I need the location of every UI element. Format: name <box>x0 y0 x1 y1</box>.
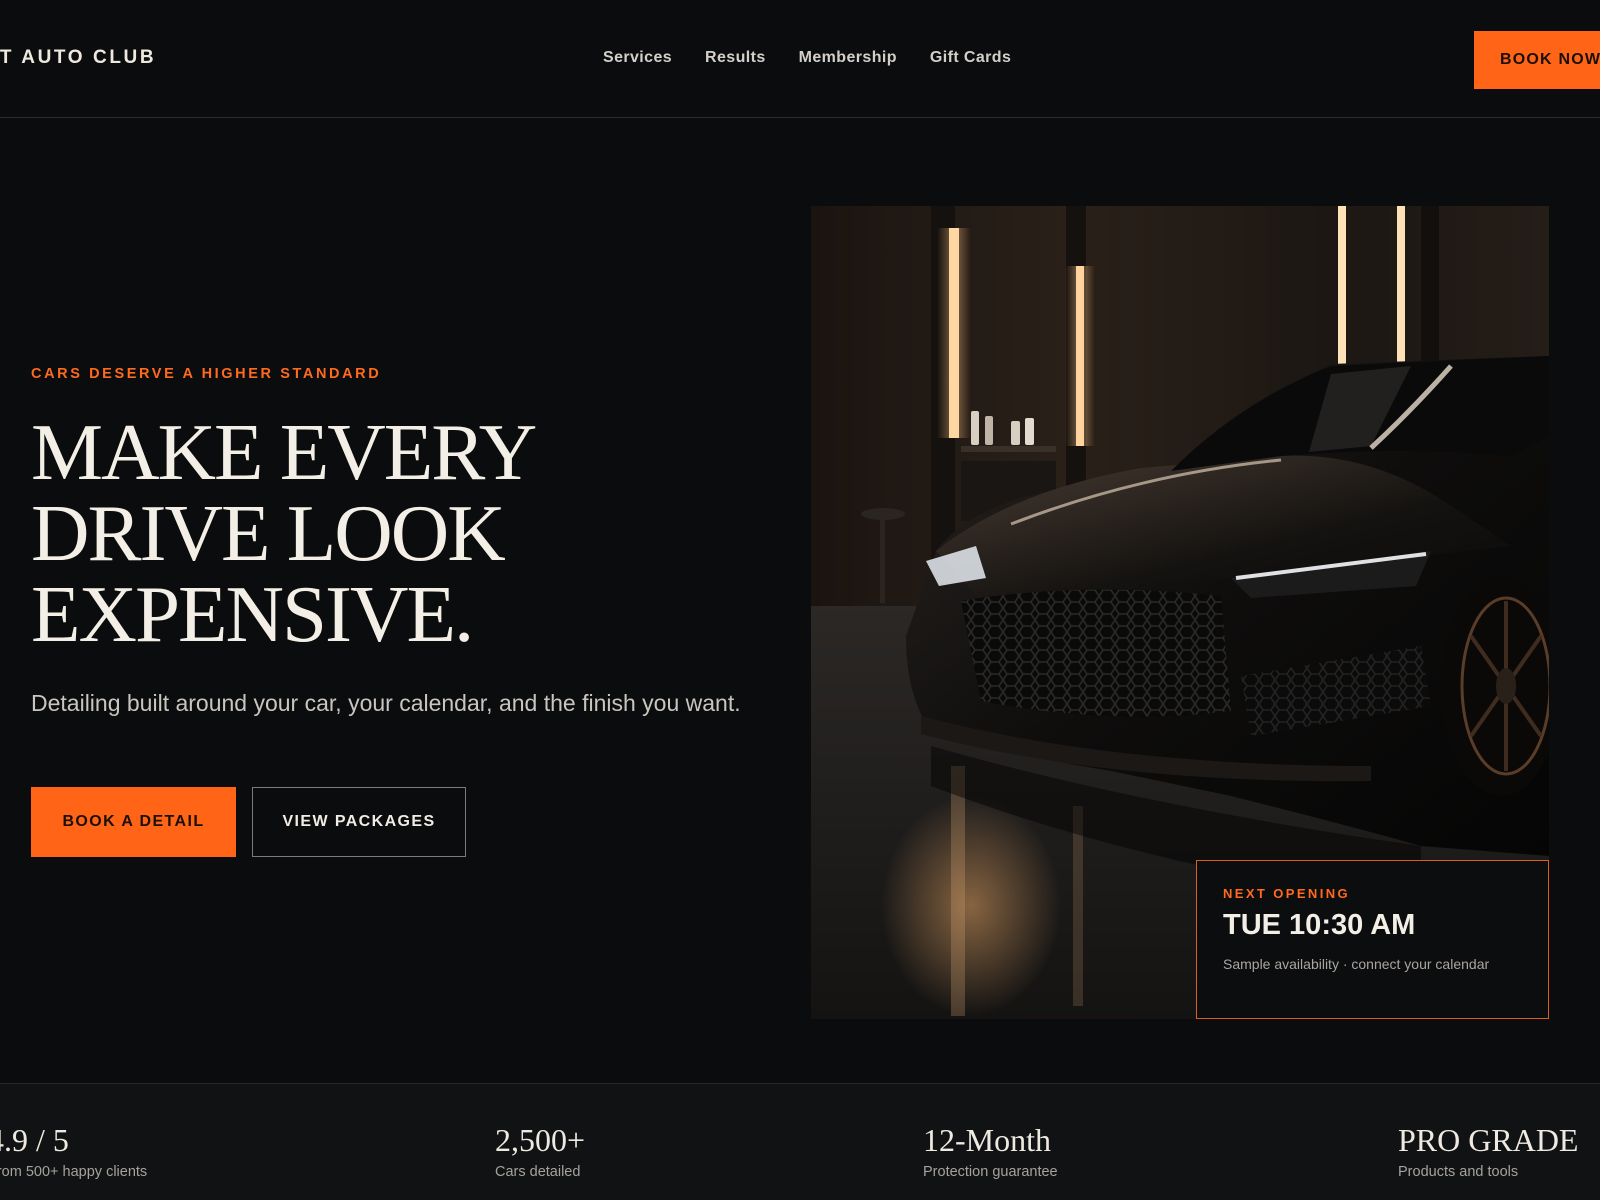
stats-strip: 4.9 / 5 From 500+ happy clients 2,500+ C… <box>0 1083 1600 1200</box>
nav-gift-cards[interactable]: Gift Cards <box>930 49 1011 67</box>
view-packages-button[interactable]: VIEW PACKAGES <box>252 787 466 857</box>
nav-results[interactable]: Results <box>705 49 766 67</box>
stat-guarantee-label: Protection guarantee <box>923 1164 1058 1180</box>
nav-membership[interactable]: Membership <box>799 49 897 67</box>
stat-guarantee-value: 12-Month <box>923 1122 1051 1158</box>
stat-cars-label: Cars detailed <box>495 1164 581 1180</box>
next-opening-card[interactable]: NEXT OPENING TUE 10:30 AM Sample availab… <box>1196 860 1549 1019</box>
main-nav: Services Results Membership Gift Cards <box>603 49 1011 67</box>
nav-services[interactable]: Services <box>603 49 672 67</box>
brand-logo[interactable]: IT AUTO CLUB <box>0 47 156 69</box>
stat-pro-grade-label: Products and tools <box>1398 1164 1519 1180</box>
site-header: IT AUTO CLUB Services Results Membership… <box>0 0 1600 118</box>
headline-line-1: MAKE EVERY <box>31 407 537 497</box>
stat-rating-label: From 500+ happy clients <box>0 1164 148 1180</box>
stat-rating: 4.9 / 5 From 500+ happy clients <box>0 1122 147 1180</box>
headline-line-2: DRIVE LOOK <box>31 488 506 578</box>
hero-headline: MAKE EVERY DRIVE LOOK EXPENSIVE. <box>31 412 771 655</box>
stat-pro-grade: PRO GRADE Products and tools <box>1398 1122 1578 1180</box>
stat-cars: 2,500+ Cars detailed <box>495 1122 585 1180</box>
stat-guarantee: 12-Month Protection guarantee <box>923 1122 1058 1180</box>
next-opening-time: TUE 10:30 AM <box>1223 909 1416 941</box>
hero-subtext: Detailing built around your car, your ca… <box>31 690 741 716</box>
next-opening-label: NEXT OPENING <box>1223 886 1351 901</box>
next-opening-note: Sample availability · connect your calen… <box>1223 956 1490 972</box>
stat-cars-value: 2,500+ <box>495 1122 586 1158</box>
hero-eyebrow: CARS DESERVE A HIGHER STANDARD <box>31 366 382 382</box>
book-now-button[interactable]: BOOK NOW <box>1474 31 1600 89</box>
stat-rating-value: 4.9 / 5 <box>0 1122 69 1158</box>
headline-line-3: EXPENSIVE. <box>31 569 474 659</box>
book-a-detail-button[interactable]: BOOK A DETAIL <box>31 787 236 857</box>
stat-pro-grade-value: PRO GRADE <box>1398 1122 1579 1158</box>
